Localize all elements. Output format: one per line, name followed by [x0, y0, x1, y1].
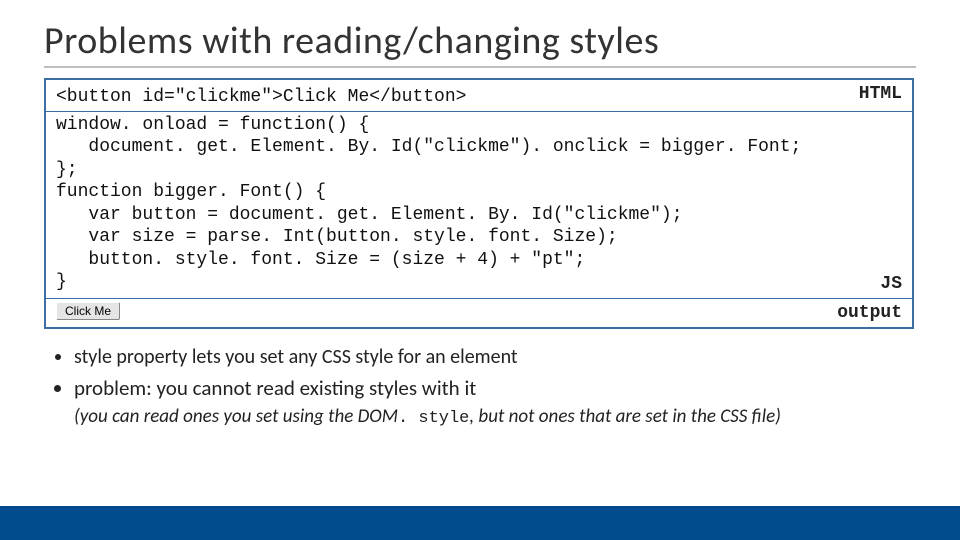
code-js: window. onload = function() { document. … — [56, 114, 902, 294]
footer-bar — [0, 506, 960, 540]
bullet-2-sub-mono: . style — [398, 409, 469, 428]
code-html: <button id="clickme">Click Me</button> — [56, 86, 902, 109]
lang-tag-html: HTML — [859, 84, 902, 104]
bullet-2-text: problem: you cannot read existing styles… — [74, 375, 476, 401]
code-box: HTML <button id="clickme">Click Me</butt… — [44, 78, 914, 329]
code-row-output: Click Me output — [46, 299, 912, 327]
bullet-2-sub-post: , but not ones that are set in the CSS f… — [469, 405, 781, 428]
slide-title: Problems with reading/changing styles — [44, 18, 916, 64]
bullet-2-sub: (you can read ones you set using the DOM… — [74, 405, 916, 428]
code-row-html: HTML <button id="clickme">Click Me</butt… — [46, 80, 912, 112]
bullet-list: style property lets you set any CSS styl… — [44, 345, 916, 428]
bullet-2-sub-pre: (you can read ones you set using the DOM — [74, 405, 398, 428]
lang-tag-output: output — [837, 303, 902, 323]
lang-tag-js: JS — [880, 274, 902, 294]
title-underline — [44, 66, 916, 68]
code-row-js: window. onload = function() { document. … — [46, 112, 912, 299]
bullet-1: style property lets you set any CSS styl… — [74, 345, 916, 369]
output-button[interactable]: Click Me — [56, 302, 120, 320]
bullet-2: problem: you cannot read existing styles… — [74, 375, 916, 428]
